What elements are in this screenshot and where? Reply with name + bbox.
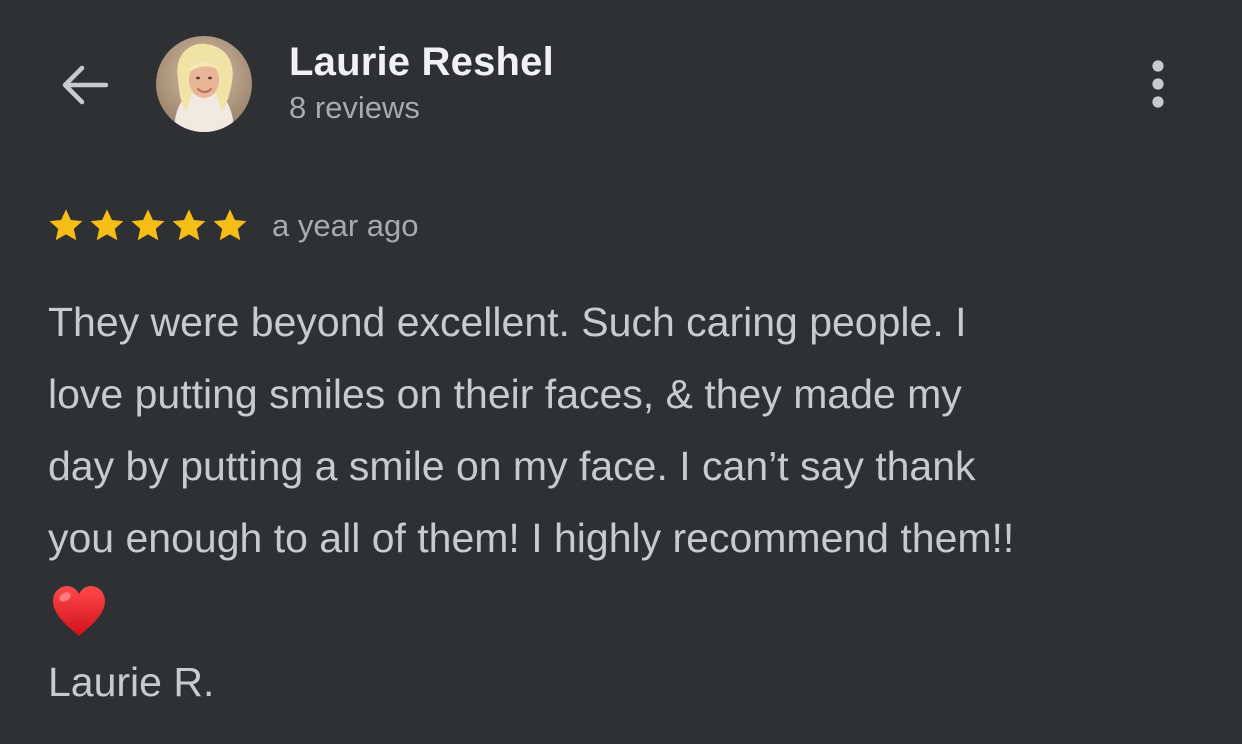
red-heart-icon: [53, 586, 105, 636]
more-options-button[interactable]: [1128, 52, 1188, 116]
review-time: a year ago: [272, 208, 419, 243]
more-vertical-icon: [1152, 60, 1164, 108]
star-icon: [172, 209, 206, 241]
reviewer-name[interactable]: Laurie Reshel: [289, 38, 554, 86]
star-icon: [131, 209, 165, 241]
review-line: love putting smiles on their faces, & th…: [48, 371, 962, 417]
avatar[interactable]: [156, 36, 252, 132]
star-rating: [47, 207, 252, 245]
review-text: They were beyond excellent. Such caring …: [48, 286, 1228, 718]
star-icon: [213, 209, 247, 241]
star-icon: [90, 209, 124, 241]
review-count: 8 reviews: [289, 90, 420, 125]
back-button[interactable]: [54, 55, 114, 115]
review-line: day by putting a smile on my face. I can…: [48, 443, 976, 489]
profile-photo: [156, 36, 252, 132]
emoji-line: [48, 574, 1228, 646]
review-signature: Laurie R.: [48, 659, 215, 705]
rating-row: a year ago: [47, 200, 419, 252]
reviewer-header: Laurie Reshel 8 reviews: [289, 38, 554, 130]
review-line: They were beyond excellent. Such caring …: [48, 299, 967, 345]
review-line: you enough to all of them! I highly reco…: [48, 515, 1015, 561]
arrow-left-icon: [62, 65, 109, 105]
star-icon: [49, 209, 83, 241]
